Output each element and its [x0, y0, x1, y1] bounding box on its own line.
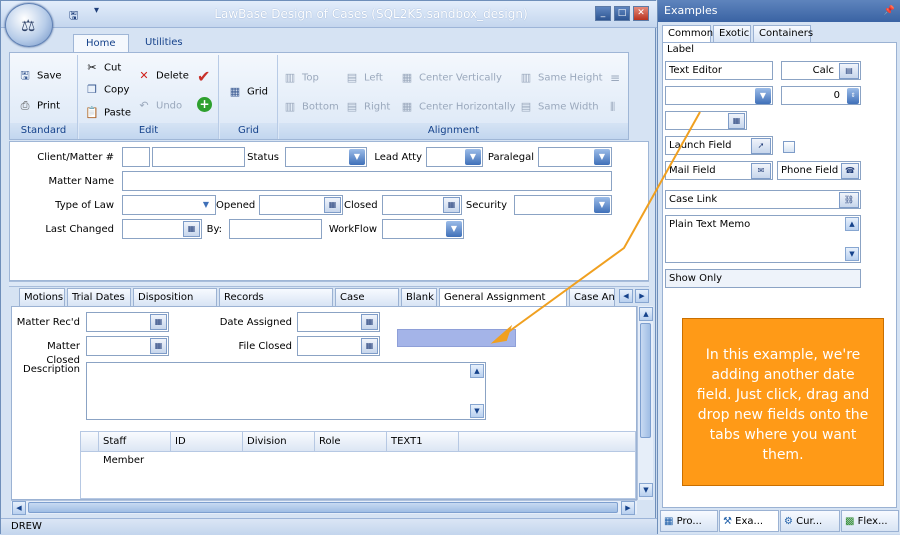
callout-text: In this example, we're adding another da… — [696, 347, 870, 463]
instruction-callout: In this example, we're adding another da… — [682, 318, 884, 486]
drag-arrow-head — [490, 324, 513, 344]
drag-arrow-line — [499, 111, 701, 339]
